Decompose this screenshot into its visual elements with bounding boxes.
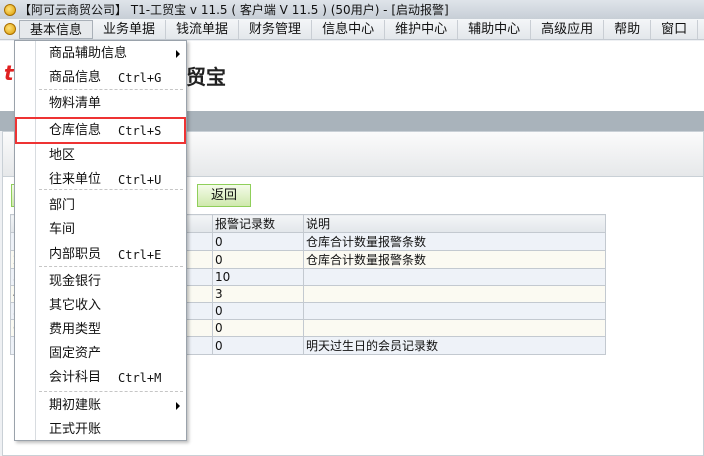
menu-info-center[interactable]: 信息中心 bbox=[312, 19, 386, 39]
menu-window[interactable]: 窗口 bbox=[651, 19, 699, 39]
menu-item-label: 固定资产 bbox=[49, 346, 102, 361]
menu-item[interactable]: 地区 bbox=[36, 144, 186, 168]
menu-item[interactable]: 正式开账 bbox=[36, 418, 186, 442]
menu-basic-info[interactable]: 基本信息 bbox=[19, 19, 94, 39]
menu-cashflow-docs[interactable]: 钱流单据 bbox=[166, 19, 240, 39]
menu-item-label: 部门 bbox=[49, 198, 76, 213]
menu-advanced[interactable]: 高级应用 bbox=[531, 19, 605, 39]
menu-business-docs[interactable]: 业务单据 bbox=[93, 19, 167, 39]
menu-item[interactable]: 其它收入 bbox=[36, 294, 186, 318]
menu-item-label: 商品辅助信息 bbox=[49, 46, 128, 61]
menu-item[interactable]: 会计科目 Ctrl+M bbox=[36, 366, 186, 390]
menu-maintenance[interactable]: 维护中心 bbox=[385, 19, 459, 39]
menu-item[interactable]: 商品信息 Ctrl+G bbox=[36, 66, 186, 90]
menu-help[interactable]: 帮助 bbox=[604, 19, 652, 39]
menu-item-shortcut: Ctrl+G bbox=[118, 71, 162, 85]
menu-item[interactable]: 内部职员 Ctrl+E bbox=[36, 243, 186, 267]
table-cell: 仓库合计数量报警条数 bbox=[303, 250, 606, 269]
table-cell: 3 bbox=[212, 285, 304, 303]
menu-item[interactable]: 部门 bbox=[36, 194, 186, 218]
app-icon bbox=[4, 3, 16, 16]
menu-item[interactable]: 往来单位 Ctrl+U bbox=[36, 168, 186, 192]
basic-info-dropdown: 商品辅助信息 商品信息 Ctrl+G 物料清单 仓库信息 Ctrl+S 地区 往来单位 Ctrl… bbox=[14, 40, 187, 441]
table-cell: 0 bbox=[212, 232, 304, 251]
title-bar: 【阿可云商贸公司】 T1-工贸宝 v 11.5 ( 客户端 V 11.5 ) (… bbox=[0, 0, 704, 19]
menu-item[interactable]: 固定资产 bbox=[36, 342, 186, 366]
menu-item-label: 期初建账 bbox=[49, 398, 102, 413]
menu-item-label: 地区 bbox=[49, 148, 76, 163]
menu-item[interactable]: 商品辅助信息 bbox=[36, 42, 186, 66]
menu-finance[interactable]: 财务管理 bbox=[239, 19, 313, 39]
table-cell: 0 bbox=[212, 250, 304, 269]
table-cell bbox=[303, 268, 606, 286]
table-cell: 0 bbox=[212, 302, 304, 320]
table-cell: 10 bbox=[212, 268, 304, 286]
menu-item[interactable]: 费用类型 bbox=[36, 318, 186, 342]
col-count[interactable]: 报警记录数 bbox=[212, 214, 304, 233]
menu-item-label: 物料清单 bbox=[49, 96, 102, 111]
table-cell: 0 bbox=[212, 319, 304, 337]
table-cell: 0 bbox=[212, 336, 304, 355]
menu-item-label: 内部职员 bbox=[49, 247, 102, 262]
window-title: 【阿可云商贸公司】 T1-工贸宝 v 11.5 ( 客户端 V 11.5 ) (… bbox=[19, 3, 449, 17]
menu-item-label: 正式开账 bbox=[49, 422, 102, 437]
highlight-box bbox=[15, 117, 186, 144]
submenu-arrow-icon bbox=[176, 50, 180, 58]
menu-item-shortcut: Ctrl+U bbox=[118, 173, 162, 187]
menu-app-icon bbox=[4, 23, 16, 35]
menu-item-shortcut: Ctrl+M bbox=[118, 371, 162, 385]
menu-item-label: 费用类型 bbox=[49, 322, 102, 337]
table-cell bbox=[303, 319, 606, 337]
menu-item-label: 商品信息 bbox=[49, 70, 102, 85]
col-desc[interactable]: 说明 bbox=[303, 214, 606, 233]
menu-bar: 基本信息 业务单据 钱流单据 财务管理 信息中心 维护中心 辅助中心 高级应用 … bbox=[0, 19, 704, 40]
menu-item[interactable]: 现金银行 bbox=[36, 270, 186, 294]
table-cell: 明天过生日的会员记录数 bbox=[303, 336, 606, 355]
menu-item[interactable]: 期初建账 bbox=[36, 394, 186, 418]
menu-item-label: 往来单位 bbox=[49, 172, 102, 187]
menu-item[interactable]: 车间 bbox=[36, 218, 186, 242]
menu-separator bbox=[39, 391, 183, 392]
table-cell: 仓库合计数量报警条数 bbox=[303, 232, 606, 251]
menu-assist[interactable]: 辅助中心 bbox=[458, 19, 532, 39]
menu-item-label: 其它收入 bbox=[49, 298, 102, 313]
back-button[interactable]: 返回 bbox=[197, 184, 251, 207]
submenu-arrow-icon bbox=[176, 402, 180, 410]
menu-item-shortcut: Ctrl+E bbox=[118, 248, 162, 262]
table-cell bbox=[303, 302, 606, 320]
menu-item-label: 车间 bbox=[49, 222, 76, 237]
table-cell bbox=[303, 285, 606, 303]
menu-item-label: 会计科目 bbox=[49, 370, 102, 385]
menu-item[interactable]: 物料清单 bbox=[36, 92, 186, 116]
logo-mark: t bbox=[4, 61, 14, 85]
logo-text: 贸宝 bbox=[186, 65, 226, 89]
menu-item-label: 现金银行 bbox=[49, 274, 102, 289]
